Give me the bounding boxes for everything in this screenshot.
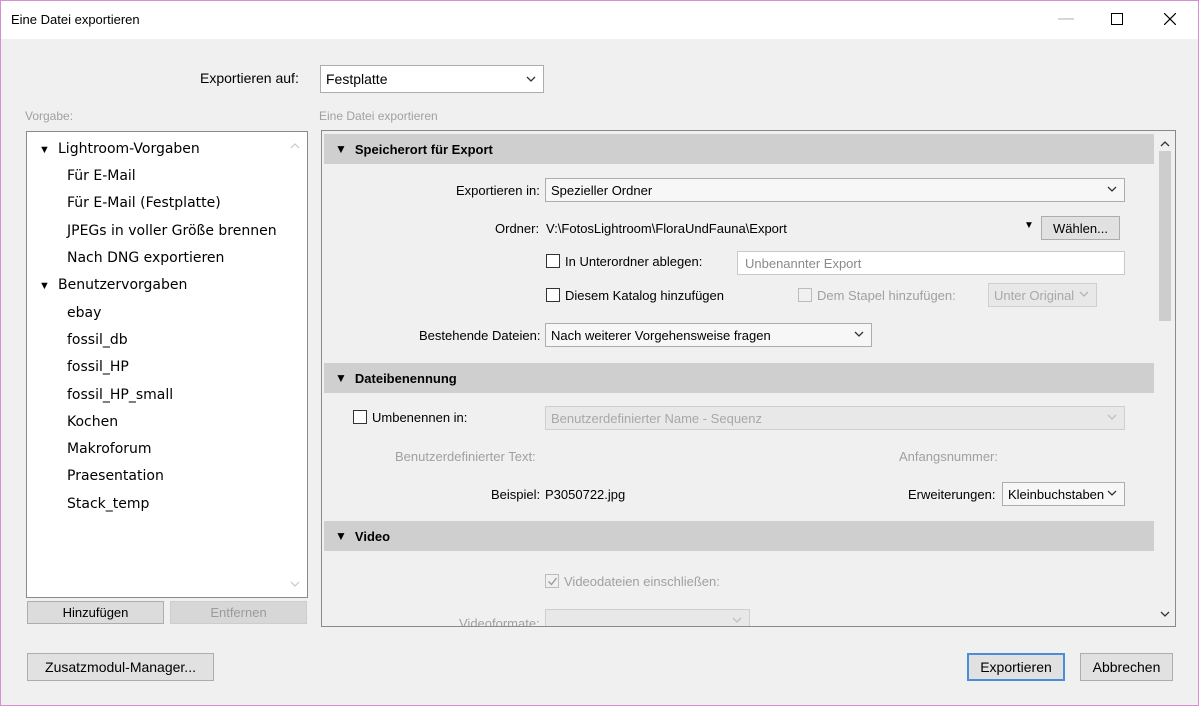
preset-tree[interactable]: ▼ Lightroom-Vorgaben Für E-Mail Für E-Ma… bbox=[26, 131, 308, 598]
chevron-down-icon bbox=[526, 76, 536, 82]
close-icon bbox=[1164, 13, 1176, 25]
scroll-up-icon[interactable] bbox=[290, 142, 300, 150]
preset-item[interactable]: fossil_HP_small bbox=[67, 387, 173, 403]
extensions-value: Kleinbuchstaben bbox=[1008, 486, 1105, 502]
minimize-icon: — bbox=[1058, 10, 1074, 27]
add-to-catalog-label: Diesem Katalog hinzufügen bbox=[565, 288, 724, 303]
add-preset-button[interactable]: Hinzufügen bbox=[27, 601, 164, 624]
export-in-select[interactable]: Spezieller Ordner bbox=[545, 178, 1125, 202]
preset-item[interactable]: fossil_db bbox=[67, 332, 128, 348]
video-format-label: Videoformate: bbox=[459, 616, 540, 627]
chevron-down-icon bbox=[854, 331, 864, 337]
chevron-down-icon bbox=[1079, 291, 1089, 297]
example-value: P3050722.jpg bbox=[545, 487, 626, 502]
title-bar: Eine Datei exportieren — bbox=[1, 1, 1198, 39]
preset-item[interactable]: JPEGs in voller Größe brennen bbox=[67, 223, 277, 239]
extensions-label: Erweiterungen: bbox=[908, 487, 996, 502]
folder-history-icon[interactable]: ▼ bbox=[1024, 220, 1034, 231]
existing-files-label: Bestehende Dateien: bbox=[419, 328, 541, 343]
start-number-label: Anfangsnummer: bbox=[899, 449, 998, 464]
preset-label: Vorgabe: bbox=[25, 109, 74, 123]
export-to-select[interactable]: Festplatte bbox=[320, 65, 544, 93]
collapse-triangle-icon: ▼ bbox=[335, 371, 347, 385]
scrollbar-thumb[interactable] bbox=[1159, 151, 1171, 321]
preset-item[interactable]: Makroforum bbox=[67, 441, 152, 457]
chevron-down-icon bbox=[732, 617, 742, 623]
checkmark-icon bbox=[548, 577, 558, 586]
chevron-down-icon bbox=[1107, 490, 1117, 496]
scroll-up-icon[interactable] bbox=[1160, 140, 1170, 148]
custom-text-label: Benutzerdefinierter Text: bbox=[395, 449, 536, 464]
rename-template-value: Benutzerdefinierter Name - Sequenz bbox=[551, 410, 763, 426]
extensions-select[interactable]: Kleinbuchstaben bbox=[1002, 482, 1125, 506]
choose-folder-button[interactable]: Wählen... bbox=[1041, 216, 1120, 240]
section-header-video[interactable]: ▼ Video bbox=[324, 521, 1154, 551]
subfolder-input[interactable]: Unbenannter Export bbox=[737, 251, 1125, 275]
close-button[interactable] bbox=[1147, 1, 1193, 37]
maximize-button[interactable] bbox=[1094, 1, 1140, 37]
scroll-down-icon[interactable] bbox=[290, 580, 300, 588]
stack-position-value: Unter Original bbox=[994, 287, 1075, 303]
section-title: Speicherort für Export bbox=[354, 141, 493, 157]
preset-item[interactable]: Stack_temp bbox=[67, 496, 149, 512]
section-title: Video bbox=[354, 528, 391, 544]
add-to-stack-label: Dem Stapel hinzufügen: bbox=[817, 288, 956, 303]
scroll-down-icon[interactable] bbox=[1160, 610, 1170, 618]
folder-label: Ordner: bbox=[495, 221, 540, 236]
preset-item[interactable]: Kochen bbox=[67, 414, 118, 430]
include-video-label: Videodateien einschließen: bbox=[564, 574, 720, 589]
preset-group-lightroom[interactable]: Lightroom-Vorgaben bbox=[58, 141, 200, 157]
settings-scrollbar[interactable] bbox=[1155, 131, 1175, 626]
rename-label: Umbenennen in: bbox=[372, 410, 468, 425]
section-header-naming[interactable]: ▼ Dateibenennung bbox=[324, 363, 1154, 393]
video-format-select[interactable] bbox=[545, 609, 750, 626]
collapse-triangle-icon: ▼ bbox=[335, 142, 347, 156]
add-to-catalog-checkbox[interactable] bbox=[546, 288, 560, 302]
preset-item[interactable]: ebay bbox=[67, 305, 101, 321]
export-to-value: Festplatte bbox=[326, 71, 388, 87]
panel-label: Eine Datei exportieren bbox=[319, 109, 438, 123]
subfolder-placeholder: Unbenannter Export bbox=[745, 255, 862, 271]
expand-triangle-icon[interactable]: ▼ bbox=[39, 280, 50, 292]
preset-item[interactable]: Für E-Mail bbox=[67, 168, 136, 184]
subfolder-checkbox[interactable] bbox=[546, 254, 560, 268]
export-button[interactable]: Exportieren bbox=[967, 653, 1065, 681]
example-label: Beispiel: bbox=[491, 487, 541, 502]
preset-item[interactable]: Nach DNG exportieren bbox=[67, 250, 224, 266]
plugin-manager-button[interactable]: Zusatzmodul-Manager... bbox=[27, 653, 214, 681]
preset-item[interactable]: Praesentation bbox=[67, 468, 164, 484]
subfolder-label: In Unterordner ablegen: bbox=[565, 254, 703, 269]
include-video-checkbox[interactable] bbox=[545, 574, 559, 588]
settings-panel: ▼ Speicherort für Export Exportieren in:… bbox=[321, 130, 1176, 627]
maximize-icon bbox=[1111, 13, 1123, 25]
folder-path: V:\FotosLightroom\FloraUndFauna\Export bbox=[546, 221, 787, 236]
stack-position-select[interactable]: Unter Original bbox=[988, 283, 1097, 307]
existing-files-value: Nach weiterer Vorgehensweise fragen bbox=[551, 327, 771, 343]
export-in-value: Spezieller Ordner bbox=[551, 182, 653, 198]
minimize-button[interactable]: — bbox=[1043, 1, 1089, 37]
preset-item[interactable]: fossil_HP bbox=[67, 359, 129, 375]
section-title: Dateibenennung bbox=[354, 370, 457, 386]
window-title: Eine Datei exportieren bbox=[11, 12, 140, 27]
existing-files-select[interactable]: Nach weiterer Vorgehensweise fragen bbox=[545, 323, 872, 347]
rename-template-select[interactable]: Benutzerdefinierter Name - Sequenz bbox=[545, 406, 1125, 430]
preset-group-user[interactable]: Benutzervorgaben bbox=[58, 277, 187, 293]
cancel-button[interactable]: Abbrechen bbox=[1080, 653, 1173, 681]
collapse-triangle-icon: ▼ bbox=[335, 529, 347, 543]
export-to-label: Exportieren auf: bbox=[200, 70, 299, 86]
export-in-label: Exportieren in: bbox=[456, 183, 540, 198]
preset-item[interactable]: Für E-Mail (Festplatte) bbox=[67, 195, 221, 211]
chevron-down-icon bbox=[1107, 414, 1117, 420]
section-header-location[interactable]: ▼ Speicherort für Export bbox=[324, 134, 1154, 164]
export-dialog: Eine Datei exportieren — Exportieren auf… bbox=[0, 0, 1199, 706]
expand-triangle-icon[interactable]: ▼ bbox=[39, 144, 50, 156]
chevron-down-icon bbox=[1107, 186, 1117, 192]
remove-preset-button[interactable]: Entfernen bbox=[170, 601, 307, 624]
rename-checkbox[interactable] bbox=[353, 410, 367, 424]
add-to-stack-checkbox[interactable] bbox=[798, 288, 812, 302]
